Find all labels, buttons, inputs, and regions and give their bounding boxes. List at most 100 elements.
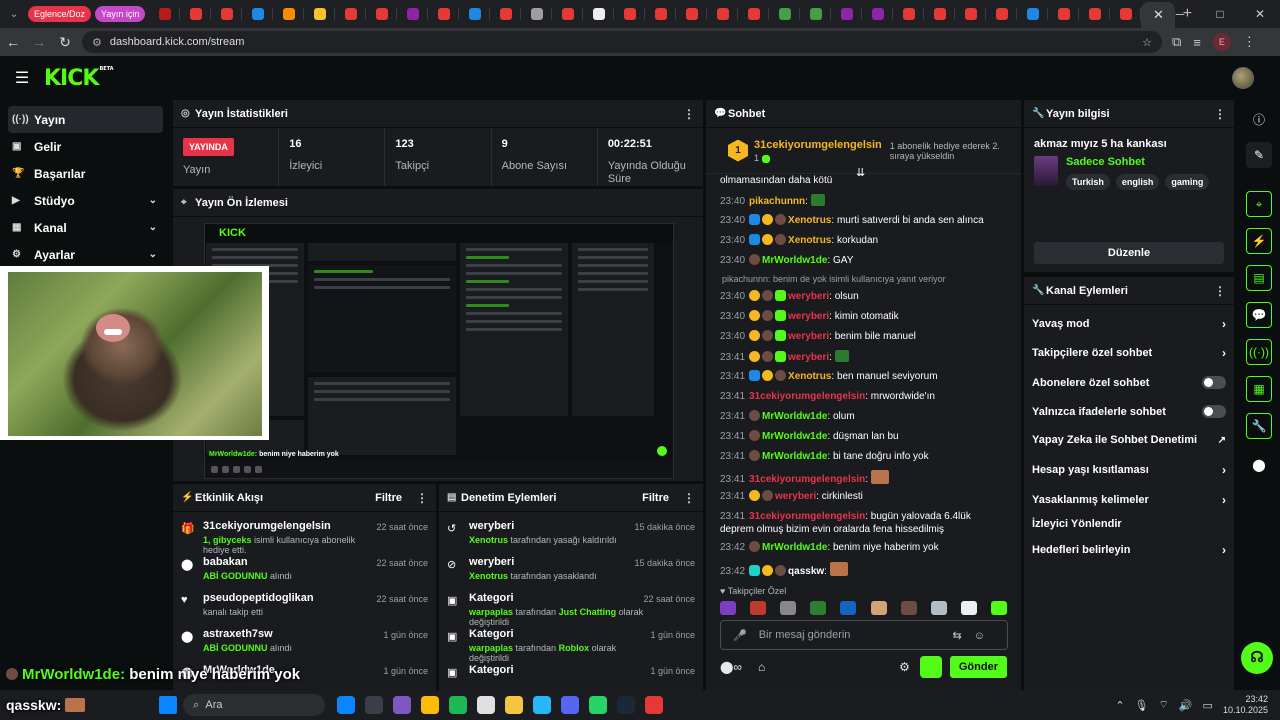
browser-tab[interactable] xyxy=(552,0,584,28)
chat-username[interactable]: Xenotrus xyxy=(788,371,831,382)
microphone-icon[interactable]: 🎤 xyxy=(733,629,747,642)
emote-icon[interactable] xyxy=(840,601,857,615)
browser-tab[interactable] xyxy=(211,0,243,28)
pinned-leaderboard[interactable]: 1 31cekiyorumgelengelsin 1 1 abonelik he… xyxy=(706,128,1021,179)
chat-username[interactable]: MrWorldw1de xyxy=(762,255,827,266)
channel-action-item[interactable]: Yasaklanmış kelimeler › xyxy=(1032,493,1226,507)
tab-group-label[interactable]: Eglence/Doz xyxy=(28,6,92,22)
user-avatar[interactable] xyxy=(1232,67,1254,89)
chat-username[interactable]: weryberi xyxy=(788,331,829,342)
chat-username[interactable]: 31cekiyorumgelengelsin xyxy=(749,474,865,485)
panel-menu-icon[interactable]: ⋮ xyxy=(683,491,695,505)
chat-message[interactable]: 23:41 MrWorldw1de: olum xyxy=(720,410,1007,423)
taskbar-app-icon[interactable] xyxy=(561,696,580,714)
browser-tab[interactable] xyxy=(521,0,553,28)
chat-username[interactable]: qasskw xyxy=(788,566,824,577)
emote-icon[interactable] xyxy=(780,601,797,615)
browser-tab[interactable] xyxy=(428,0,460,28)
emote-icon[interactable] xyxy=(930,601,947,615)
taskbar-app-icon[interactable] xyxy=(421,696,440,714)
support-headset-icon[interactable]: ☊ xyxy=(1241,642,1273,674)
sidebar-item-3[interactable]: ▶ Stüdyo ⌄ xyxy=(8,187,163,214)
browser-tab[interactable] xyxy=(149,0,181,28)
chat-message[interactable]: 23:41 weryberi: xyxy=(720,350,1007,364)
filter-button[interactable]: Filtre xyxy=(375,492,402,504)
list-item[interactable]: ♥ pseudopeptidoglikan kanalı takip etti 22 … xyxy=(173,592,436,617)
channel-action-item[interactable]: Yapay Zeka ile Sohbet Denetimi ↗ xyxy=(1032,434,1226,446)
browser-tab[interactable] xyxy=(986,0,1018,28)
browser-tab[interactable] xyxy=(490,0,522,28)
preview-toggle-icon[interactable]: ⌖ xyxy=(1246,191,1272,217)
toggle-switch[interactable] xyxy=(1202,376,1226,389)
panel-menu-icon[interactable]: ⋮ xyxy=(416,491,428,505)
tab-group-label[interactable]: Yayın için xyxy=(95,6,146,22)
chat-message[interactable]: 23:42 qasskw: xyxy=(720,562,1007,578)
browser-tab[interactable] xyxy=(1048,0,1080,28)
chat-username[interactable]: pikachunnn xyxy=(749,196,805,207)
taskbar-app-icon[interactable] xyxy=(589,696,608,714)
browser-tab[interactable] xyxy=(645,0,677,28)
channel-action-item[interactable]: Yavaş mod › xyxy=(1032,317,1226,331)
toggle-switch[interactable] xyxy=(1202,405,1226,418)
info-icon[interactable]: ⓘ xyxy=(1246,106,1272,132)
chat-username[interactable]: 31cekiyorumgelengelsin xyxy=(749,511,865,522)
emote-icon[interactable] xyxy=(870,601,887,615)
channel-action-item[interactable]: Hesap yaşı kısıtlaması › xyxy=(1032,463,1226,477)
chat-message[interactable]: 23:40 MrWorldw1de: GAY xyxy=(720,254,1007,267)
chevron-right-icon[interactable]: › xyxy=(1222,317,1226,331)
taskbar-app-icon[interactable] xyxy=(505,696,524,714)
sidebar-item-1[interactable]: ▣ Gelir xyxy=(8,133,163,160)
settings-gear-icon[interactable]: ⚙ xyxy=(899,660,910,674)
panel-menu-icon[interactable]: ⋮ xyxy=(1214,284,1226,298)
activity-toggle-icon[interactable]: ⚡ xyxy=(1246,228,1272,254)
chevron-right-icon[interactable]: › xyxy=(1222,346,1226,360)
minimize-button[interactable]: ─ xyxy=(1160,0,1200,28)
volume-icon[interactable]: 🔊 xyxy=(1179,699,1193,712)
emote-icon[interactable] xyxy=(960,601,977,615)
browser-tab[interactable] xyxy=(862,0,894,28)
reading-list-icon[interactable]: ≡ xyxy=(1193,35,1201,50)
hamburger-menu-icon[interactable]: ☰ xyxy=(0,68,44,88)
chat-message[interactable]: 23:41 weryberi: cirkinlesti xyxy=(720,490,1007,503)
emoji-icon[interactable]: ☺ xyxy=(974,630,997,642)
chevron-down-icon[interactable]: ⌄ xyxy=(149,195,157,206)
back-button[interactable]: ← xyxy=(0,34,26,50)
site-info-icon[interactable]: ⚙ xyxy=(92,36,102,49)
browser-tab[interactable] xyxy=(831,0,863,28)
chevron-right-icon[interactable]: › xyxy=(1222,493,1226,507)
browser-tab[interactable] xyxy=(242,0,274,28)
tag-chip[interactable]: Turkish xyxy=(1066,174,1110,190)
tab-search-dropdown[interactable]: ⌄ xyxy=(0,0,28,28)
reload-button[interactable]: ↻ xyxy=(52,34,78,51)
chat-username[interactable]: weryberi xyxy=(788,352,829,363)
browser-tab[interactable] xyxy=(738,0,770,28)
actions-toggle-icon[interactable]: 🔧 xyxy=(1246,413,1272,439)
category-name[interactable]: Sadece Sohbet xyxy=(1066,156,1209,168)
chevron-right-icon[interactable]: › xyxy=(1222,463,1226,477)
browser-tab[interactable] xyxy=(304,0,336,28)
chat-username[interactable]: weryberi xyxy=(775,491,816,502)
mic-tray-icon[interactable]: 🎙 xyxy=(1135,699,1149,712)
send-button[interactable]: Gönder xyxy=(949,656,1007,678)
chat-message[interactable]: 23:41 MrWorldw1de: bi tane doğru info yok xyxy=(720,450,1007,463)
sidebar-item-2[interactable]: 🏆 Başarılar xyxy=(8,160,163,187)
chat-username[interactable]: Xenotrus xyxy=(788,215,831,226)
store-icon[interactable]: ⌂ xyxy=(758,660,765,674)
chat-message[interactable]: 23:41 31cekiyorumgelengelsin: mrwordwide'… xyxy=(720,390,1007,403)
browser-tab[interactable] xyxy=(366,0,398,28)
clock[interactable]: 23:42 10.10.2025 xyxy=(1223,694,1268,716)
forward-button[interactable]: → xyxy=(26,34,52,50)
kicks-icon[interactable]: ⬤∞ xyxy=(720,660,742,674)
chat-message[interactable]: 23:41 31cekiyorumgelengelsin: bugün yalov… xyxy=(720,510,1007,536)
browser-tab[interactable] xyxy=(397,0,429,28)
list-item[interactable]: ↺ weryberi Xenotrus tarafından yasağı kald… xyxy=(439,520,703,545)
browser-tab[interactable] xyxy=(769,0,801,28)
extensions-icon[interactable]: ⧉ xyxy=(1172,34,1181,50)
tag-chip[interactable]: gaming xyxy=(1165,174,1210,190)
browser-tab[interactable] xyxy=(924,0,956,28)
chevron-right-icon[interactable]: › xyxy=(1222,543,1226,557)
windows-start-icon[interactable] xyxy=(159,696,178,714)
list-item[interactable]: ⊘ weryberi Xenotrus tarafından yasaklandı 1… xyxy=(439,556,703,581)
taskbar-app-icon[interactable] xyxy=(449,696,468,714)
taskbar-app-icon[interactable] xyxy=(533,696,552,714)
